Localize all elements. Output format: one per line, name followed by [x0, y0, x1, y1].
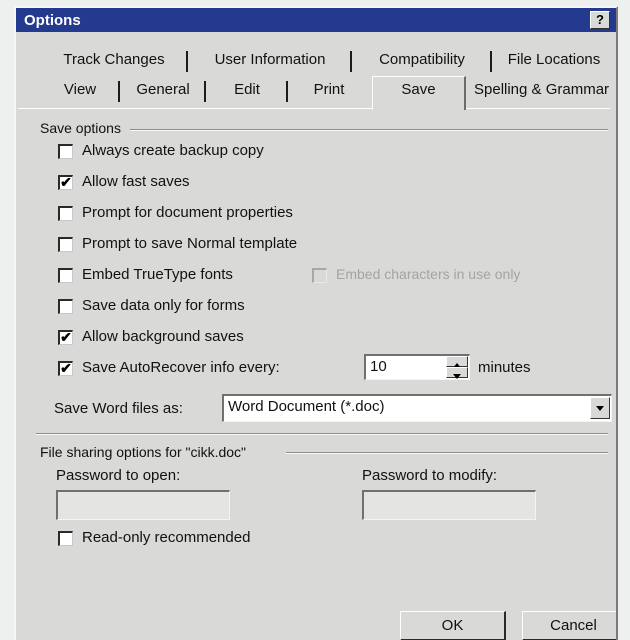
options-dialog: Options ? Track Changes User Information… [14, 6, 618, 640]
help-button[interactable]: ? [590, 11, 610, 29]
password-open-label: Password to open: [56, 467, 181, 484]
tab-label: View [63, 81, 97, 98]
tab-edit[interactable]: Edit [206, 78, 288, 105]
password-modify-label: Password to modify: [362, 467, 498, 484]
option-background-saves[interactable]: ✔ Allow background saves [58, 328, 358, 350]
tab-general[interactable]: General [120, 78, 206, 105]
tab-label: Track Changes [63, 51, 165, 68]
tab-label: Compatibility [379, 51, 465, 68]
option-prompt-doc-properties[interactable]: Prompt for document properties [58, 204, 358, 226]
file-sharing-group-label: File sharing options for "cikk.doc" [40, 444, 251, 460]
option-prompt-normal-template[interactable]: Prompt to save Normal template [58, 235, 358, 257]
group-divider [286, 452, 608, 454]
save-as-select[interactable]: Word Document (*.doc) [222, 394, 612, 422]
cancel-button[interactable]: Cancel [522, 611, 616, 640]
checkbox[interactable]: ✔ [58, 330, 73, 345]
tab-print[interactable]: Print [288, 78, 370, 105]
tab-label: General [136, 81, 190, 98]
spinner-down-icon [453, 374, 461, 379]
section-divider [36, 433, 608, 435]
option-label: Allow background saves [82, 328, 244, 345]
tab-label: Print [313, 81, 345, 98]
save-as-label: Save Word files as: [54, 400, 183, 417]
tab-label: Edit [234, 81, 260, 98]
spinner-up-button[interactable] [446, 356, 468, 368]
option-allow-fast-saves[interactable]: ✔ Allow fast saves [58, 173, 358, 195]
checkbox[interactable] [58, 531, 73, 546]
option-label: Prompt for document properties [82, 204, 293, 221]
option-save-data-forms[interactable]: Save data only for forms [58, 297, 358, 319]
tab-label: Spelling & Grammar [474, 81, 610, 98]
tab-view[interactable]: View [40, 78, 120, 105]
option-label: Read-only recommended [82, 529, 251, 546]
checkbox[interactable] [58, 237, 73, 252]
checkbox-disabled [312, 268, 327, 283]
option-label: Embed TrueType fonts [82, 266, 233, 283]
autorecover-unit-label: minutes [478, 359, 531, 376]
ok-button[interactable]: OK [400, 611, 506, 640]
option-label: Prompt to save Normal template [82, 235, 298, 252]
option-label: Allow fast saves [82, 173, 190, 190]
save-as-dropdown-button[interactable] [590, 397, 610, 419]
tab-file-locations[interactable]: File Locations [492, 48, 616, 75]
option-read-only-recommended[interactable]: Read-only recommended [58, 529, 318, 551]
chevron-down-icon [596, 406, 604, 411]
save-tab-panel: Save options Always create backup copy ✔… [18, 108, 616, 640]
option-label: Save AutoRecover info every: [82, 359, 280, 376]
checkbox[interactable]: ✔ [58, 361, 73, 376]
title-bar[interactable]: Options ? [16, 8, 616, 32]
save-options-group-label: Save options [40, 120, 125, 136]
tab-label: File Locations [507, 51, 601, 68]
tab-label: Save [401, 81, 436, 98]
group-divider [130, 129, 608, 131]
option-autorecover[interactable]: ✔ Save AutoRecover info every: [58, 359, 338, 381]
checkbox[interactable] [58, 206, 73, 221]
password-open-input[interactable] [56, 490, 230, 520]
checkbox[interactable] [58, 144, 73, 159]
option-embed-characters: Embed characters in use only [312, 266, 572, 288]
option-label: Always create backup copy [82, 142, 264, 159]
checkbox[interactable]: ✔ [58, 175, 73, 190]
tab-spelling-grammar[interactable]: Spelling & Grammar [468, 78, 616, 105]
tab-compatibility[interactable]: Compatibility [352, 48, 492, 75]
password-modify-input[interactable] [362, 490, 536, 520]
option-label: Embed characters in use only [336, 266, 521, 282]
tab-label: User Information [214, 51, 326, 68]
tab-track-changes[interactable]: Track Changes [40, 48, 188, 75]
spinner-down-button[interactable] [446, 367, 468, 379]
option-always-backup[interactable]: Always create backup copy [58, 142, 358, 164]
checkbox[interactable] [58, 268, 73, 283]
option-label: Save data only for forms [82, 297, 245, 314]
option-embed-truetype[interactable]: Embed TrueType fonts [58, 266, 288, 288]
save-as-value: Word Document (*.doc) [228, 398, 385, 415]
tab-user-information[interactable]: User Information [188, 48, 352, 75]
checkbox[interactable] [58, 299, 73, 314]
tab-save[interactable]: Save [372, 76, 466, 110]
window-title: Options [24, 12, 81, 29]
